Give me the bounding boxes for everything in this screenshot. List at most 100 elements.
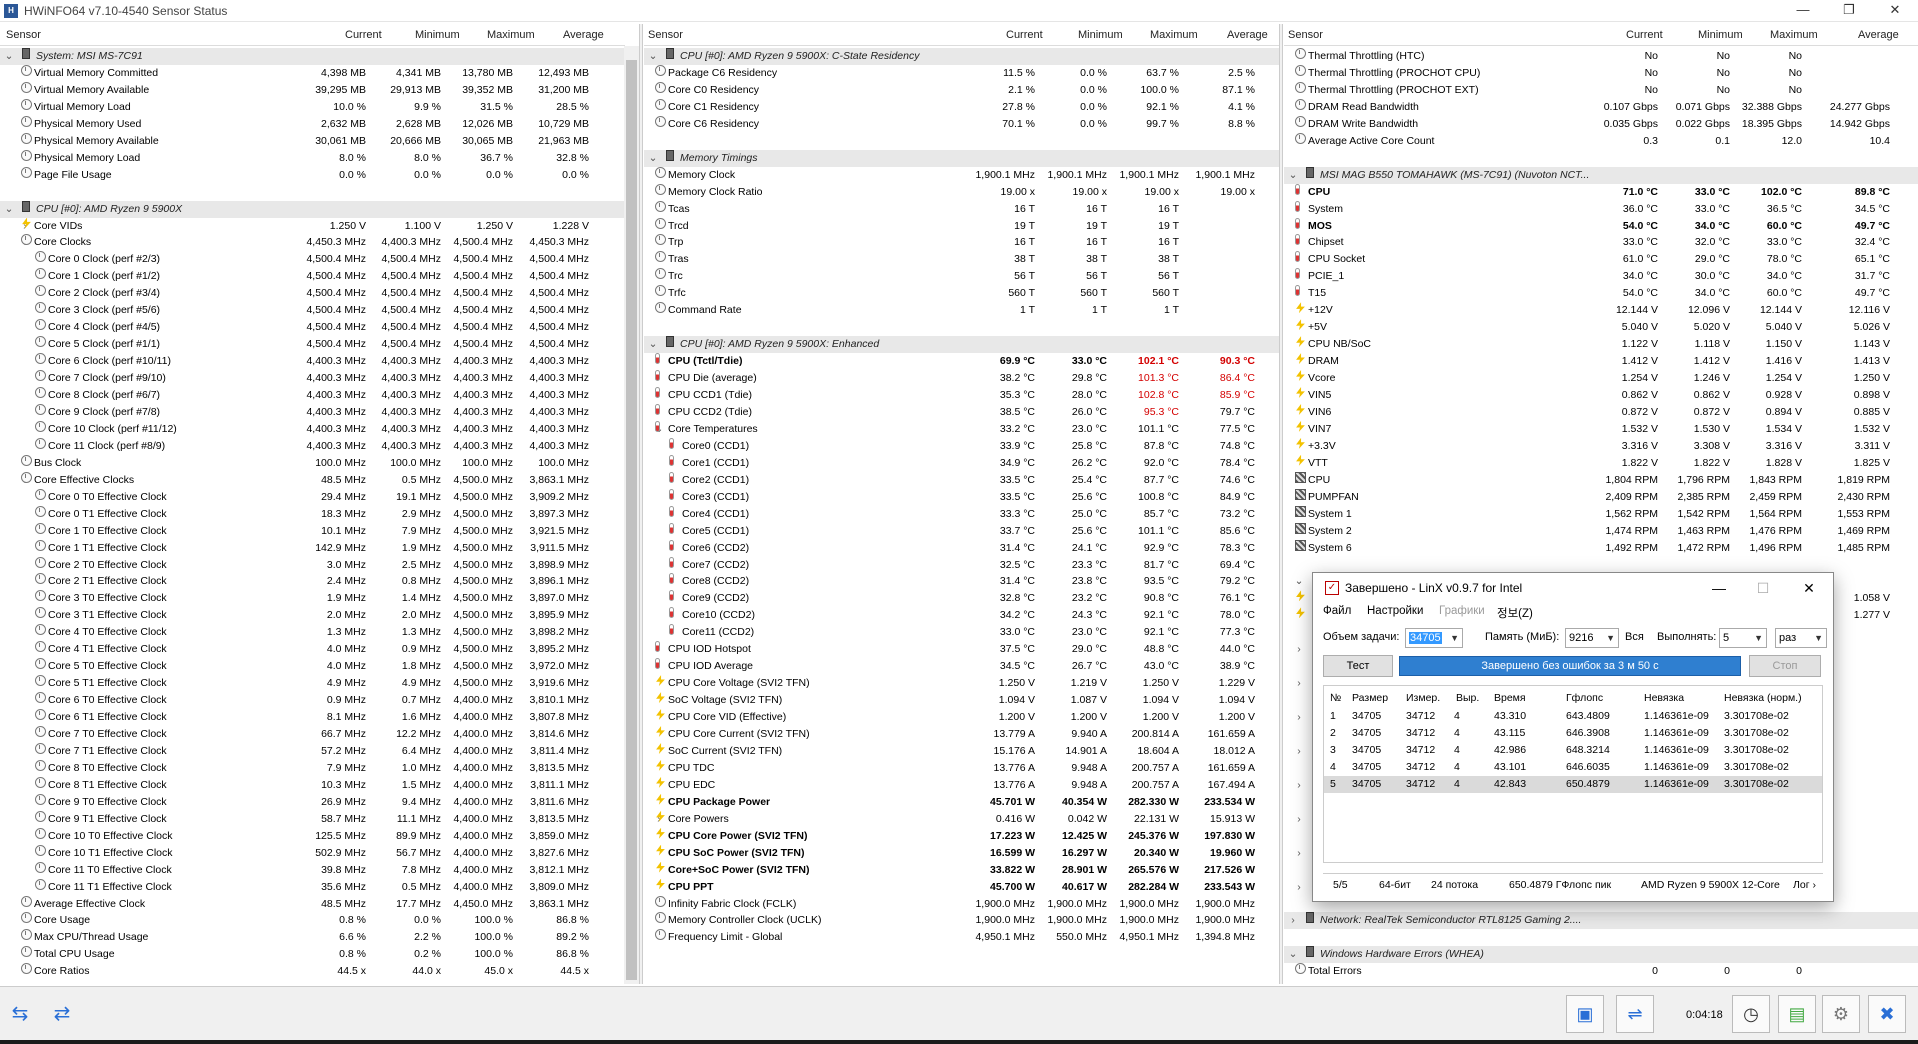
sensor-row-core-7-clock-perf-9-10[interactable]: Core 7 Clock (perf #9/10) 4,400.3 MHz 4,40…	[0, 370, 625, 387]
sensor-row-frequency-limit-global[interactable]: Frequency Limit - Global 4,950.1 MHz 550.0…	[644, 929, 1279, 946]
nav-left-right-icon[interactable]: ⇆	[4, 1001, 36, 1027]
sensor-row-memory-clock-ratio[interactable]: Memory Clock Ratio 19.00 x 19.00 x 19.00 x 1…	[644, 183, 1279, 201]
sensor-row-core-7-t1-effective-clock[interactable]: Core 7 T1 Effective Clock 57.2 MHz 6.4 MHz…	[0, 742, 625, 760]
sensor-row-vcore[interactable]: Vcore 1.254 V 1.246 V 1.254 V 1.250 V	[1284, 370, 1918, 387]
all-memory-label[interactable]: Вся	[1625, 631, 1644, 643]
sensor-row-dram-write-bandwidth[interactable]: DRAM Write Bandwidth 0.035 Gbps 0.022 Gbps…	[1284, 115, 1918, 133]
sensor-row-vtt[interactable]: VTT 1.822 V 1.822 V 1.828 V 1.825 V	[1284, 454, 1918, 472]
sensor-row-core-6-clock-perf-10-11[interactable]: Core 6 Clock (perf #10/11) 4,400.3 MHz 4,4…	[0, 353, 625, 370]
sensor-row-core6-ccd2[interactable]: Core6 (CCD2) 31.4 °C 24.1 °C 92.9 °C 78.3 °C	[644, 539, 1279, 557]
expand-chevron-icon[interactable]: ›	[1294, 641, 1304, 658]
sensor-row-core-temperatures[interactable]: ⌄Core Temperatures33.2 °C23.0 °C101.1 °C…	[644, 420, 1279, 438]
scrollbar-panel-1[interactable]	[624, 46, 639, 984]
sensor-row-cpu-package-power[interactable]: CPU Package Power 45.701 W 40.354 W 282.330…	[644, 793, 1279, 811]
sensor-row-trp[interactable]: Trp 16 T 16 T 16 T	[644, 234, 1279, 251]
sensor-group-header[interactable]: › Network: RealTek Semiconductor RTL8125 …	[1284, 912, 1918, 930]
collapse-chevron-icon[interactable]: ⌄	[1288, 167, 1298, 184]
sensor-row-virtual-memory-load[interactable]: Virtual Memory Load 10.0 % 9.9 % 31.5 % 28.5…	[0, 98, 625, 116]
sensor-row-average-active-core-count[interactable]: Average Active Core Count 0.3 0.1 12.0 10.4	[1284, 132, 1918, 150]
sensor-group-header[interactable]: ⌄ System: MSI MS-7C91	[0, 48, 625, 65]
sensor-row-core-3-clock-perf-5-6[interactable]: Core 3 Clock (perf #5/6) 4,500.4 MHz 4,500…	[0, 302, 625, 319]
expand-chevron-icon[interactable]: ›	[1294, 675, 1304, 692]
sensor-row-system[interactable]: System 36.0 °C 33.0 °C 36.5 °C 34.5 °C	[1284, 200, 1918, 218]
collapse-chevron-icon[interactable]: ⌄	[648, 48, 658, 65]
sensor-row-command-rate[interactable]: Command Rate 1 T 1 T 1 T	[644, 302, 1279, 319]
panel-divider[interactable]	[639, 24, 643, 984]
sensor-row-mos[interactable]: MOS 54.0 °C 34.0 °C 60.0 °C 49.7 °C	[1284, 217, 1918, 235]
col-sensor[interactable]: Sensor	[648, 29, 683, 41]
sensor-row-soc-voltage-svi2-tfn[interactable]: SoC Voltage (SVI2 TFN) 1.094 V 1.087 V 1.09…	[644, 692, 1279, 709]
sensor-row-core-4-t1-effective-clock[interactable]: Core 4 T1 Effective Clock 4.0 MHz 0.9 MHz 4…	[0, 641, 625, 658]
sensor-group-header[interactable]: ⌄ CPU [#0]: AMD Ryzen 9 5900X: C-State Re…	[644, 48, 1279, 65]
sensor-row-cpu-iod-hotspot[interactable]: CPU IOD Hotspot 37.5 °C 29.0 °C 48.8 °C 44.0…	[644, 641, 1279, 658]
expand-chevron-icon[interactable]: ›	[1294, 743, 1304, 760]
collapse-chevron-icon[interactable]: ⌄	[4, 48, 14, 65]
col-maximum[interactable]: Maximum	[487, 29, 535, 41]
sensor-group-header[interactable]: ⌄ Memory Timings	[644, 149, 1279, 167]
sensor-row-virtual-memory-available[interactable]: Virtual Memory Available 39,295 MB 29,913 …	[0, 81, 625, 99]
clock-icon[interactable]: ◷	[1732, 995, 1770, 1033]
runs-input[interactable]: 5 ▼	[1719, 628, 1767, 648]
sensor-row-total-errors[interactable]: Total Errors 0 0 0	[1284, 963, 1918, 980]
sensor-row-page-file-usage[interactable]: Page File Usage 0.0 % 0.0 % 0.0 % 0.0 %	[0, 166, 625, 184]
sensor-row-core-usage[interactable]: ›Core Usage0.8 %0.0 %100.0 %86.8 %	[0, 912, 625, 929]
col-minimum[interactable]: Minimum	[1698, 29, 1743, 41]
sensor-group-header[interactable]: ⌄ MSI MAG B550 TOMAHAWK (MS-7C91) (Nuvoto…	[1284, 166, 1918, 184]
sensor-row-core-4-t0-effective-clock[interactable]: Core 4 T0 Effective Clock 1.3 MHz 1.3 MHz 4…	[0, 624, 625, 641]
sensor-row-core10-ccd2[interactable]: Core10 (CCD2) 34.2 °C 24.3 °C 92.1 °C 78.0 °…	[644, 607, 1279, 624]
col-current[interactable]: Current	[1006, 29, 1043, 41]
sensor-row-core-effective-clocks[interactable]: ⌄Core Effective Clocks48.5 MHz0.5 MHz4,5…	[0, 471, 625, 489]
sensor-row-core-1-t1-effective-clock[interactable]: Core 1 T1 Effective Clock 142.9 MHz 1.9 MH…	[0, 539, 625, 557]
sensor-row-total-cpu-usage[interactable]: Total CPU Usage 0.8 % 0.2 % 100.0 % 86.8 %	[0, 946, 625, 963]
col-maximum[interactable]: Maximum	[1770, 29, 1818, 41]
table-row[interactable]: 5 34705 34712 4 42.843 650.4879 1.146361e-09 3.…	[1324, 776, 1822, 793]
col-sensor[interactable]: Sensor	[1288, 29, 1323, 41]
sensor-row-trcd[interactable]: Trcd 19 T 19 T 19 T	[644, 217, 1279, 235]
problem-size-input[interactable]: 34705 ▼	[1405, 628, 1463, 648]
sensor-row-vin6[interactable]: VIN6 0.872 V 0.872 V 0.894 V 0.885 V	[1284, 403, 1918, 421]
sensor-row-system-1[interactable]: System 1 1,562 RPM 1,542 RPM 1,564 RPM 1,553…	[1284, 505, 1918, 523]
sensor-row-thermal-throttling-prochot-ext[interactable]: Thermal Throttling (PROCHOT EXT) No No No	[1284, 81, 1918, 99]
sensor-row-infinity-fabric-clock-fclk[interactable]: Infinity Fabric Clock (FCLK) 1,900.0 MHz 1…	[644, 895, 1279, 913]
sensor-row-core-11-clock-perf-8-9[interactable]: Core 11 Clock (perf #8/9) 4,400.3 MHz 4,40…	[0, 437, 625, 455]
sensor-row-cpu-socket[interactable]: CPU Socket 61.0 °C 29.0 °C 78.0 °C 65.1 °C	[1284, 251, 1918, 268]
close-button[interactable]: ✕	[1872, 0, 1918, 22]
col-sensor[interactable]: Sensor	[6, 29, 41, 41]
sensor-row-core-8-clock-perf-6-7[interactable]: Core 8 Clock (perf #6/7) 4,400.3 MHz 4,400…	[0, 387, 625, 404]
sensor-row-cpu[interactable]: CPU 71.0 °C 33.0 °C 102.0 °C 89.8 °C	[1284, 183, 1918, 201]
sensor-row-physical-memory-used[interactable]: Physical Memory Used 2,632 MB 2,628 MB 12,0…	[0, 115, 625, 133]
expand-chevron-icon[interactable]: ›	[1294, 811, 1304, 828]
sensor-row-core-c1-residency[interactable]: ›Core C1 Residency27.8 %0.0 %92.1 %4.1 %	[644, 98, 1279, 116]
sensor-row-core8-ccd2[interactable]: Core8 (CCD2) 31.4 °C 23.8 °C 93.5 °C 79.2 °C	[644, 573, 1279, 590]
sensor-row-core-0-t0-effective-clock[interactable]: Core 0 T0 Effective Clock 29.4 MHz 19.1 MH…	[0, 488, 625, 506]
sensor-row-core-ratios[interactable]: ›Core Ratios44.5 x44.0 x45.0 x44.5 x	[0, 963, 625, 980]
sensor-row-core-9-clock-perf-7-8[interactable]: Core 9 Clock (perf #7/8) 4,400.3 MHz 4,400…	[0, 403, 625, 421]
table-row[interactable]: 4 34705 34712 4 43.101 646.6035 1.146361e-09 3.…	[1324, 759, 1822, 776]
sensor-row-core-11-t1-effective-clock[interactable]: Core 11 T1 Effective Clock 35.6 MHz 0.5 MH…	[0, 878, 625, 896]
sensor-row-core-0-clock-perf-2-3[interactable]: Core 0 Clock (perf #2/3) 4,500.4 MHz 4,500…	[0, 251, 625, 268]
collapse-chevron-icon[interactable]: ⌄	[1288, 946, 1298, 963]
sensor-row-core-1-clock-perf-1-2[interactable]: Core 1 Clock (perf #1/2) 4,500.4 MHz 4,500…	[0, 268, 625, 285]
sensor-row-cpu-die-average[interactable]: CPU Die (average) 38.2 °C 29.8 °C 101.3 °C 8…	[644, 370, 1279, 387]
col-minimum[interactable]: Minimum	[1078, 29, 1123, 41]
add-report-icon[interactable]: ▤	[1778, 995, 1816, 1033]
sensor-row-package-c6-residency[interactable]: Package C6 Residency 11.5 % 0.0 % 63.7 % 2.5…	[644, 64, 1279, 82]
sensor-row-average-effective-clock[interactable]: Average Effective Clock 48.5 MHz 17.7 MHz 4…	[0, 895, 625, 913]
menu-settings[interactable]: Настройки	[1367, 605, 1423, 617]
sensor-row-virtual-memory-committed[interactable]: Virtual Memory Committed 4,398 MB 4,341 MB…	[0, 64, 625, 82]
sensor-row-core-1-t0-effective-clock[interactable]: Core 1 T0 Effective Clock 10.1 MHz 7.9 MHz…	[0, 522, 625, 540]
sensor-group-header[interactable]: ⌄ CPU [#0]: AMD Ryzen 9 5900X: Enhanced	[644, 336, 1279, 354]
sensor-row-cpu-core-current-svi2-tfn[interactable]: CPU Core Current (SVI2 TFN) 13.779 A 9.940…	[644, 726, 1279, 743]
sensor-row-tras[interactable]: Tras 38 T 38 T 38 T	[644, 251, 1279, 268]
col-current[interactable]: Current	[1626, 29, 1663, 41]
sensor-row-core-9-t1-effective-clock[interactable]: Core 9 T1 Effective Clock 58.7 MHz 11.1 MH…	[0, 810, 625, 828]
sensor-row-core-10-t1-effective-clock[interactable]: Core 10 T1 Effective Clock 502.9 MHz 56.7 …	[0, 844, 625, 862]
sensor-row-core-4-clock-perf-4-5[interactable]: Core 4 Clock (perf #4/5) 4,500.4 MHz 4,500…	[0, 319, 625, 336]
sensor-row-cpu-core-power-svi2-tfn[interactable]: CPU Core Power (SVI2 TFN) 17.223 W 12.425 …	[644, 827, 1279, 845]
col-minimum[interactable]: Minimum	[415, 29, 460, 41]
sensor-group-header[interactable]: ⌄ CPU [#0]: AMD Ryzen 9 5900X	[0, 200, 625, 218]
col-maximum[interactable]: Maximum	[1150, 29, 1198, 41]
expand-chevron-icon[interactable]: ›	[654, 811, 664, 828]
sensor-row-core11-ccd2[interactable]: Core11 (CCD2) 33.0 °C 23.0 °C 92.1 °C 77.3 °…	[644, 624, 1279, 641]
collapse-chevron-icon[interactable]: ⌄	[648, 336, 658, 353]
